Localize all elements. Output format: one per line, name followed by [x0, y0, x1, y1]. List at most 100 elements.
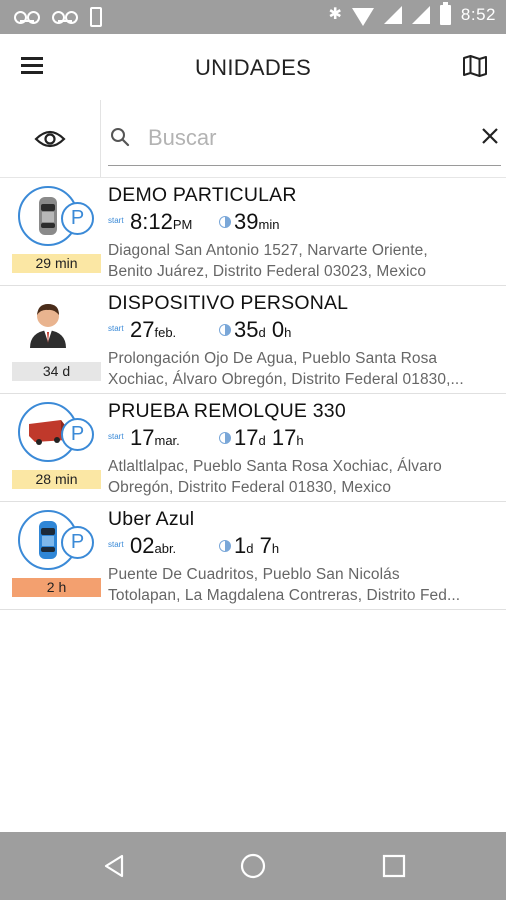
unit-name: DISPOSITIVO PERSONAL [108, 292, 349, 314]
parked-icon: P [61, 202, 94, 235]
unit-info: PRUEBA REMOLQUE 330 start 17mar. 17d 17h… [108, 400, 500, 498]
bluetooth-icon: ✱ [328, 6, 342, 23]
start-suffix: mar. [154, 433, 180, 448]
start-main: 02 [130, 533, 155, 558]
duration-unit: min [258, 217, 280, 232]
start-suffix: feb. [154, 325, 177, 340]
unit-info: DISPOSITIVO PERSONAL start 27feb. 35d 0h… [108, 292, 500, 390]
duration-icon [219, 324, 231, 336]
start-time: 27feb. [130, 317, 176, 343]
page-title: UNIDADES [194, 55, 312, 80]
unit-avatar: P 28 min [0, 394, 104, 502]
unit-address-line: Atlaltlalpac, Pueblo Santa Rosa Xochiac,… [108, 458, 442, 475]
start-time: 02abr. [130, 533, 176, 559]
search-input[interactable] [148, 122, 468, 154]
unit-name: PRUEBA REMOLQUE 330 [108, 400, 346, 422]
unit-avatar: P 29 min [0, 178, 104, 286]
duration-icon [219, 216, 231, 228]
status-bar: ✱ 8:52 [0, 0, 506, 34]
start-time: 8:12PM [130, 209, 192, 235]
unit-meta: start 27feb. 35d 0h [108, 316, 500, 346]
person-icon [30, 304, 66, 348]
duration-number: 35 [234, 317, 259, 342]
duration-unit: h [271, 541, 280, 556]
parked-icon: P [61, 526, 94, 559]
duration: 17d 17h [234, 425, 304, 451]
duration-unit: d [258, 325, 266, 340]
unit-name: DEMO PARTICULAR [108, 184, 297, 206]
list-item[interactable]: 34 d DISPOSITIVO PERSONAL start 27feb. 3… [0, 286, 506, 394]
start-label: start [108, 540, 124, 549]
app-header: UNIDADES [0, 34, 506, 100]
units-list: P 29 min DEMO PARTICULAR start 8:12PM 39… [0, 178, 506, 610]
status-badge: 28 min [12, 470, 101, 489]
start-main: 8:12 [130, 209, 173, 234]
duration-number: 7 [259, 533, 272, 558]
start-label: start [108, 324, 124, 333]
voicemail-icon [14, 11, 40, 24]
duration-unit: d [246, 541, 254, 556]
home-circle-icon[interactable] [240, 853, 266, 879]
back-triangle-icon[interactable] [101, 853, 127, 879]
car-gray-icon [39, 197, 57, 235]
unit-info: Uber Azul start 02abr. 1d 7h Puente De C… [108, 508, 500, 606]
unit-meta: start 02abr. 1d 7h [108, 532, 500, 562]
search-row [0, 100, 506, 178]
duration-number: 0 [271, 317, 285, 342]
unit-address-line: Puente De Cuadritos, Pueblo San Nicolás [108, 566, 400, 583]
unit-info: DEMO PARTICULAR start 8:12PM 39min Diago… [108, 184, 500, 282]
duration-icon [219, 432, 231, 444]
battery-icon [439, 2, 451, 25]
list-item[interactable]: P 28 min PRUEBA REMOLQUE 330 start 17mar… [0, 394, 506, 502]
unit-address-line: Totolapan, La Magdalena Contreras, Distr… [108, 587, 461, 604]
voicemail-icon [52, 11, 78, 24]
duration: 39min [234, 209, 279, 235]
phone-icon [90, 7, 102, 27]
unit-name: Uber Azul [108, 508, 195, 530]
status-clock: 8:52 [460, 5, 496, 24]
signal-icon [411, 6, 430, 24]
map-icon[interactable] [462, 54, 488, 78]
status-badge: 2 h [12, 578, 101, 597]
start-label: start [108, 216, 124, 225]
wifi-icon [351, 8, 374, 26]
car-blue-icon [39, 521, 57, 559]
eye-icon[interactable] [0, 100, 101, 178]
close-icon[interactable] [479, 125, 501, 147]
start-main: 27 [130, 317, 155, 342]
start-label: start [108, 432, 124, 441]
duration-unit: h [284, 325, 292, 340]
duration: 1d 7h [234, 533, 279, 559]
recents-square-icon[interactable] [381, 853, 407, 879]
status-badge: 34 d [12, 362, 101, 381]
list-item[interactable]: P 29 min DEMO PARTICULAR start 8:12PM 39… [0, 178, 506, 286]
signal-icon [383, 6, 402, 24]
duration-icon [219, 540, 231, 552]
unit-address-line: Diagonal San Antonio 1527, Narvarte Orie… [108, 242, 428, 259]
duration-unit: h [296, 433, 304, 448]
unit-address-line: Obregón, Distrito Federal 01830, Mexico [108, 479, 392, 496]
unit-address-line: Benito Juárez, Distrito Federal 03023, M… [108, 263, 427, 280]
start-suffix: PM [172, 217, 193, 232]
list-item[interactable]: P 2 h Uber Azul start 02abr. 1d 7h Puent… [0, 502, 506, 610]
duration-number: 39 [234, 209, 259, 234]
duration: 35d 0h [234, 317, 291, 343]
search-icon [110, 127, 130, 147]
duration-number: 17 [234, 425, 259, 450]
parked-icon: P [61, 418, 94, 451]
search-field [108, 110, 501, 166]
unit-avatar: 34 d [0, 286, 104, 394]
system-nav-bar [0, 832, 506, 900]
duration-number: 1 [234, 533, 247, 558]
unit-meta: start 8:12PM 39min [108, 208, 500, 238]
start-main: 17 [130, 425, 155, 450]
status-badge: 29 min [12, 254, 101, 273]
unit-address-line: Xochiac, Álvaro Obregón, Distrito Federa… [108, 371, 464, 388]
duration-unit: d [258, 433, 266, 448]
start-suffix: abr. [154, 541, 177, 556]
unit-avatar: P 2 h [0, 502, 104, 610]
start-time: 17mar. [130, 425, 180, 451]
unit-meta: start 17mar. 17d 17h [108, 424, 500, 454]
duration-number: 17 [271, 425, 297, 450]
unit-address-line: Prolongación Ojo De Agua, Pueblo Santa R… [108, 350, 438, 367]
